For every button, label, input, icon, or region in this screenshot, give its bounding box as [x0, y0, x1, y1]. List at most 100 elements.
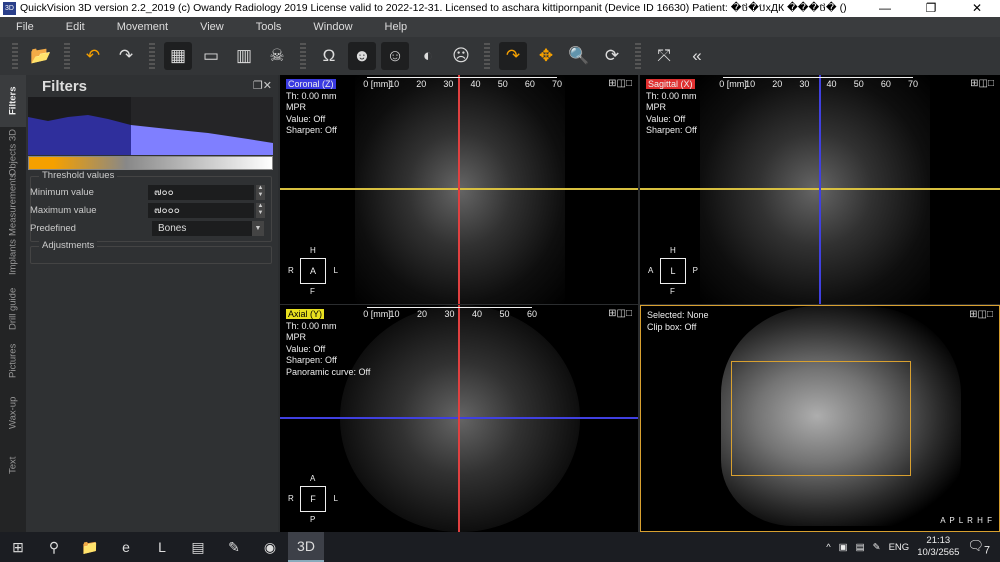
quickvision-tray-icon[interactable]: ▣	[839, 542, 848, 553]
undo-button[interactable]: ↶	[79, 42, 107, 70]
winrar-app[interactable]: ▤	[180, 532, 216, 562]
orient-right-label: P	[692, 266, 698, 275]
max-value-input[interactable]: ๗๐๐๐	[148, 203, 254, 218]
predefined-select[interactable]: Bones	[152, 221, 252, 236]
ruler-tick-label: 40	[826, 79, 837, 89]
min-value-input[interactable]: ๗๐๐	[148, 185, 254, 200]
chevron-down-icon[interactable]: ▼	[252, 221, 264, 236]
coronal-label[interactable]: Coronal (Z)	[286, 79, 336, 89]
adjustments-group[interactable]: Adjustments	[30, 240, 272, 264]
toolbar-grip[interactable]	[484, 43, 490, 69]
ruler-tick-label: 60	[880, 79, 891, 89]
toolbar-grip[interactable]	[300, 43, 306, 69]
max-value-spinner[interactable]: ▲ ▼	[256, 203, 265, 218]
toolbar-grip[interactable]	[149, 43, 155, 69]
toolbar-grip[interactable]	[64, 43, 70, 69]
notification-count: 7	[983, 544, 990, 557]
menu-help[interactable]: Help	[369, 21, 424, 33]
layout-mpr-button[interactable]: ▦	[164, 42, 192, 70]
redo-button[interactable]: ↷	[112, 42, 140, 70]
layout-buttons[interactable]: ⊞◫□	[970, 78, 994, 89]
menu-file[interactable]: File	[0, 21, 50, 33]
orient-top-label: H	[310, 246, 316, 255]
clip-box[interactable]	[731, 361, 911, 476]
export-button[interactable]: «	[683, 42, 711, 70]
toolbar-grip[interactable]	[12, 43, 18, 69]
menu-window[interactable]: Window	[297, 21, 368, 33]
sagittal-label[interactable]: Sagittal (X)	[646, 79, 695, 89]
menu-tools[interactable]: Tools	[240, 21, 298, 33]
toolbar-grip[interactable]	[635, 43, 641, 69]
maximize-button[interactable]: ❐	[908, 0, 954, 17]
viewport-info-line: Th: 0.00 mm	[286, 90, 337, 101]
layout-buttons[interactable]: ⊞◫□	[608, 78, 632, 89]
clock[interactable]: 21:13 10/3/2565	[917, 535, 959, 559]
notification-icon[interactable]: 🗨7	[967, 538, 990, 557]
minimize-button[interactable]: —	[862, 0, 908, 17]
histogram[interactable]	[28, 97, 273, 155]
side-tab-measurements[interactable]: Measurements	[0, 174, 26, 237]
axial-viewport[interactable]: Axial (Y) Th: 0.00 mm MPR Value: Off Sharpen…	[280, 305, 638, 532]
chrome-browser[interactable]: ◉	[252, 532, 288, 562]
skull-view-button[interactable]: ☠	[263, 42, 291, 70]
ruler-tick-label: 0 [mm]	[719, 79, 747, 89]
volume-3d-viewport[interactable]: Selected: None Clip box: Off ⊞◫□ A P L R …	[640, 305, 1000, 532]
skin-render-button[interactable]: ☺	[381, 42, 409, 70]
side-tab-implants[interactable]: Implants	[0, 231, 26, 283]
pen-tray-icon[interactable]: ✎	[873, 542, 881, 553]
reset-button[interactable]: ⟳	[598, 42, 626, 70]
app-tray-icon[interactable]: ▤	[856, 542, 865, 553]
ruler-tick-label: 50	[499, 309, 510, 319]
axes-button[interactable]: ⤧	[650, 42, 678, 70]
layout-3d-button[interactable]: ▥	[230, 42, 258, 70]
orient-right-label: L	[333, 266, 338, 275]
nerve-canal-button[interactable]: Ω	[315, 42, 343, 70]
side-tab-objects-3d[interactable]: Objects 3D	[0, 127, 26, 179]
sagittal-crosshair-line[interactable]	[458, 75, 460, 304]
transparent-skull-button[interactable]: ☹	[447, 42, 475, 70]
coronal-viewport[interactable]: Coronal (Z) Th: 0.00 mm MPR Value: Off Sharp…	[280, 75, 638, 304]
start-button[interactable]: ⊞	[0, 532, 36, 562]
side-tab-text[interactable]: Text	[0, 439, 26, 491]
paint-app[interactable]: ✎	[216, 532, 252, 562]
search-button[interactable]: ⚲	[36, 532, 72, 562]
panel-float-close-icons[interactable]: ❐✕	[253, 79, 272, 92]
panoramic-button[interactable]: ▭	[197, 42, 225, 70]
coronal-crosshair-line[interactable]	[819, 75, 821, 304]
axial-label[interactable]: Axial (Y)	[286, 309, 325, 319]
side-tab-pictures[interactable]: Pictures	[0, 335, 26, 387]
open-patient-button[interactable]: 📂	[27, 42, 55, 70]
view-direction-buttons[interactable]: A P L R H F	[940, 516, 993, 525]
zoom-button[interactable]: 🔍	[565, 42, 593, 70]
color-gradient-bar	[28, 156, 273, 170]
min-value-row: Minimum value ๗๐๐ ▲ ▼	[30, 185, 265, 200]
sagittal-crosshair-line[interactable]	[458, 305, 460, 532]
sphere-button[interactable]: ◐	[414, 42, 442, 70]
language-indicator[interactable]: ENG	[889, 542, 910, 553]
viewport-info-line: Value: Off	[286, 113, 326, 124]
side-tab-wax-up[interactable]: Wax-up	[0, 387, 26, 439]
ruler-tick-label: 30	[799, 79, 810, 89]
pan-button[interactable]: ✥	[532, 42, 560, 70]
viewport-info-line: MPR	[286, 102, 306, 112]
quickvision-app[interactable]: 3D	[288, 532, 324, 562]
menu-movement[interactable]: Movement	[101, 21, 184, 33]
orient-bottom-label: F	[670, 287, 675, 296]
tray-chevron-icon[interactable]: ^	[826, 542, 830, 553]
layout-buttons[interactable]: ⊞◫□	[969, 309, 993, 320]
side-tab-drill-guide[interactable]: Drill guide	[0, 283, 26, 335]
min-value-spinner[interactable]: ▲ ▼	[256, 185, 265, 200]
layout-buttons[interactable]: ⊞◫□	[608, 308, 632, 319]
file-explorer[interactable]: 📁	[72, 532, 108, 562]
side-tabs: Filters Objects 3D Measurements Implants Dri…	[0, 75, 26, 532]
rotate-button[interactable]: ↷	[499, 42, 527, 70]
close-button[interactable]: ✕	[954, 0, 1000, 17]
line-app[interactable]: L	[144, 532, 180, 562]
ruler-tick-label: 70	[907, 79, 919, 89]
edge-browser[interactable]: e	[108, 532, 144, 562]
bone-render-button[interactable]: ☻	[348, 42, 376, 70]
menu-view[interactable]: View	[184, 21, 240, 33]
menu-edit[interactable]: Edit	[50, 21, 101, 33]
sagittal-viewport[interactable]: Sagittal (X) Th: 0.00 mm MPR Value: Off Shar…	[640, 75, 1000, 304]
side-tab-filters[interactable]: Filters	[0, 75, 26, 127]
